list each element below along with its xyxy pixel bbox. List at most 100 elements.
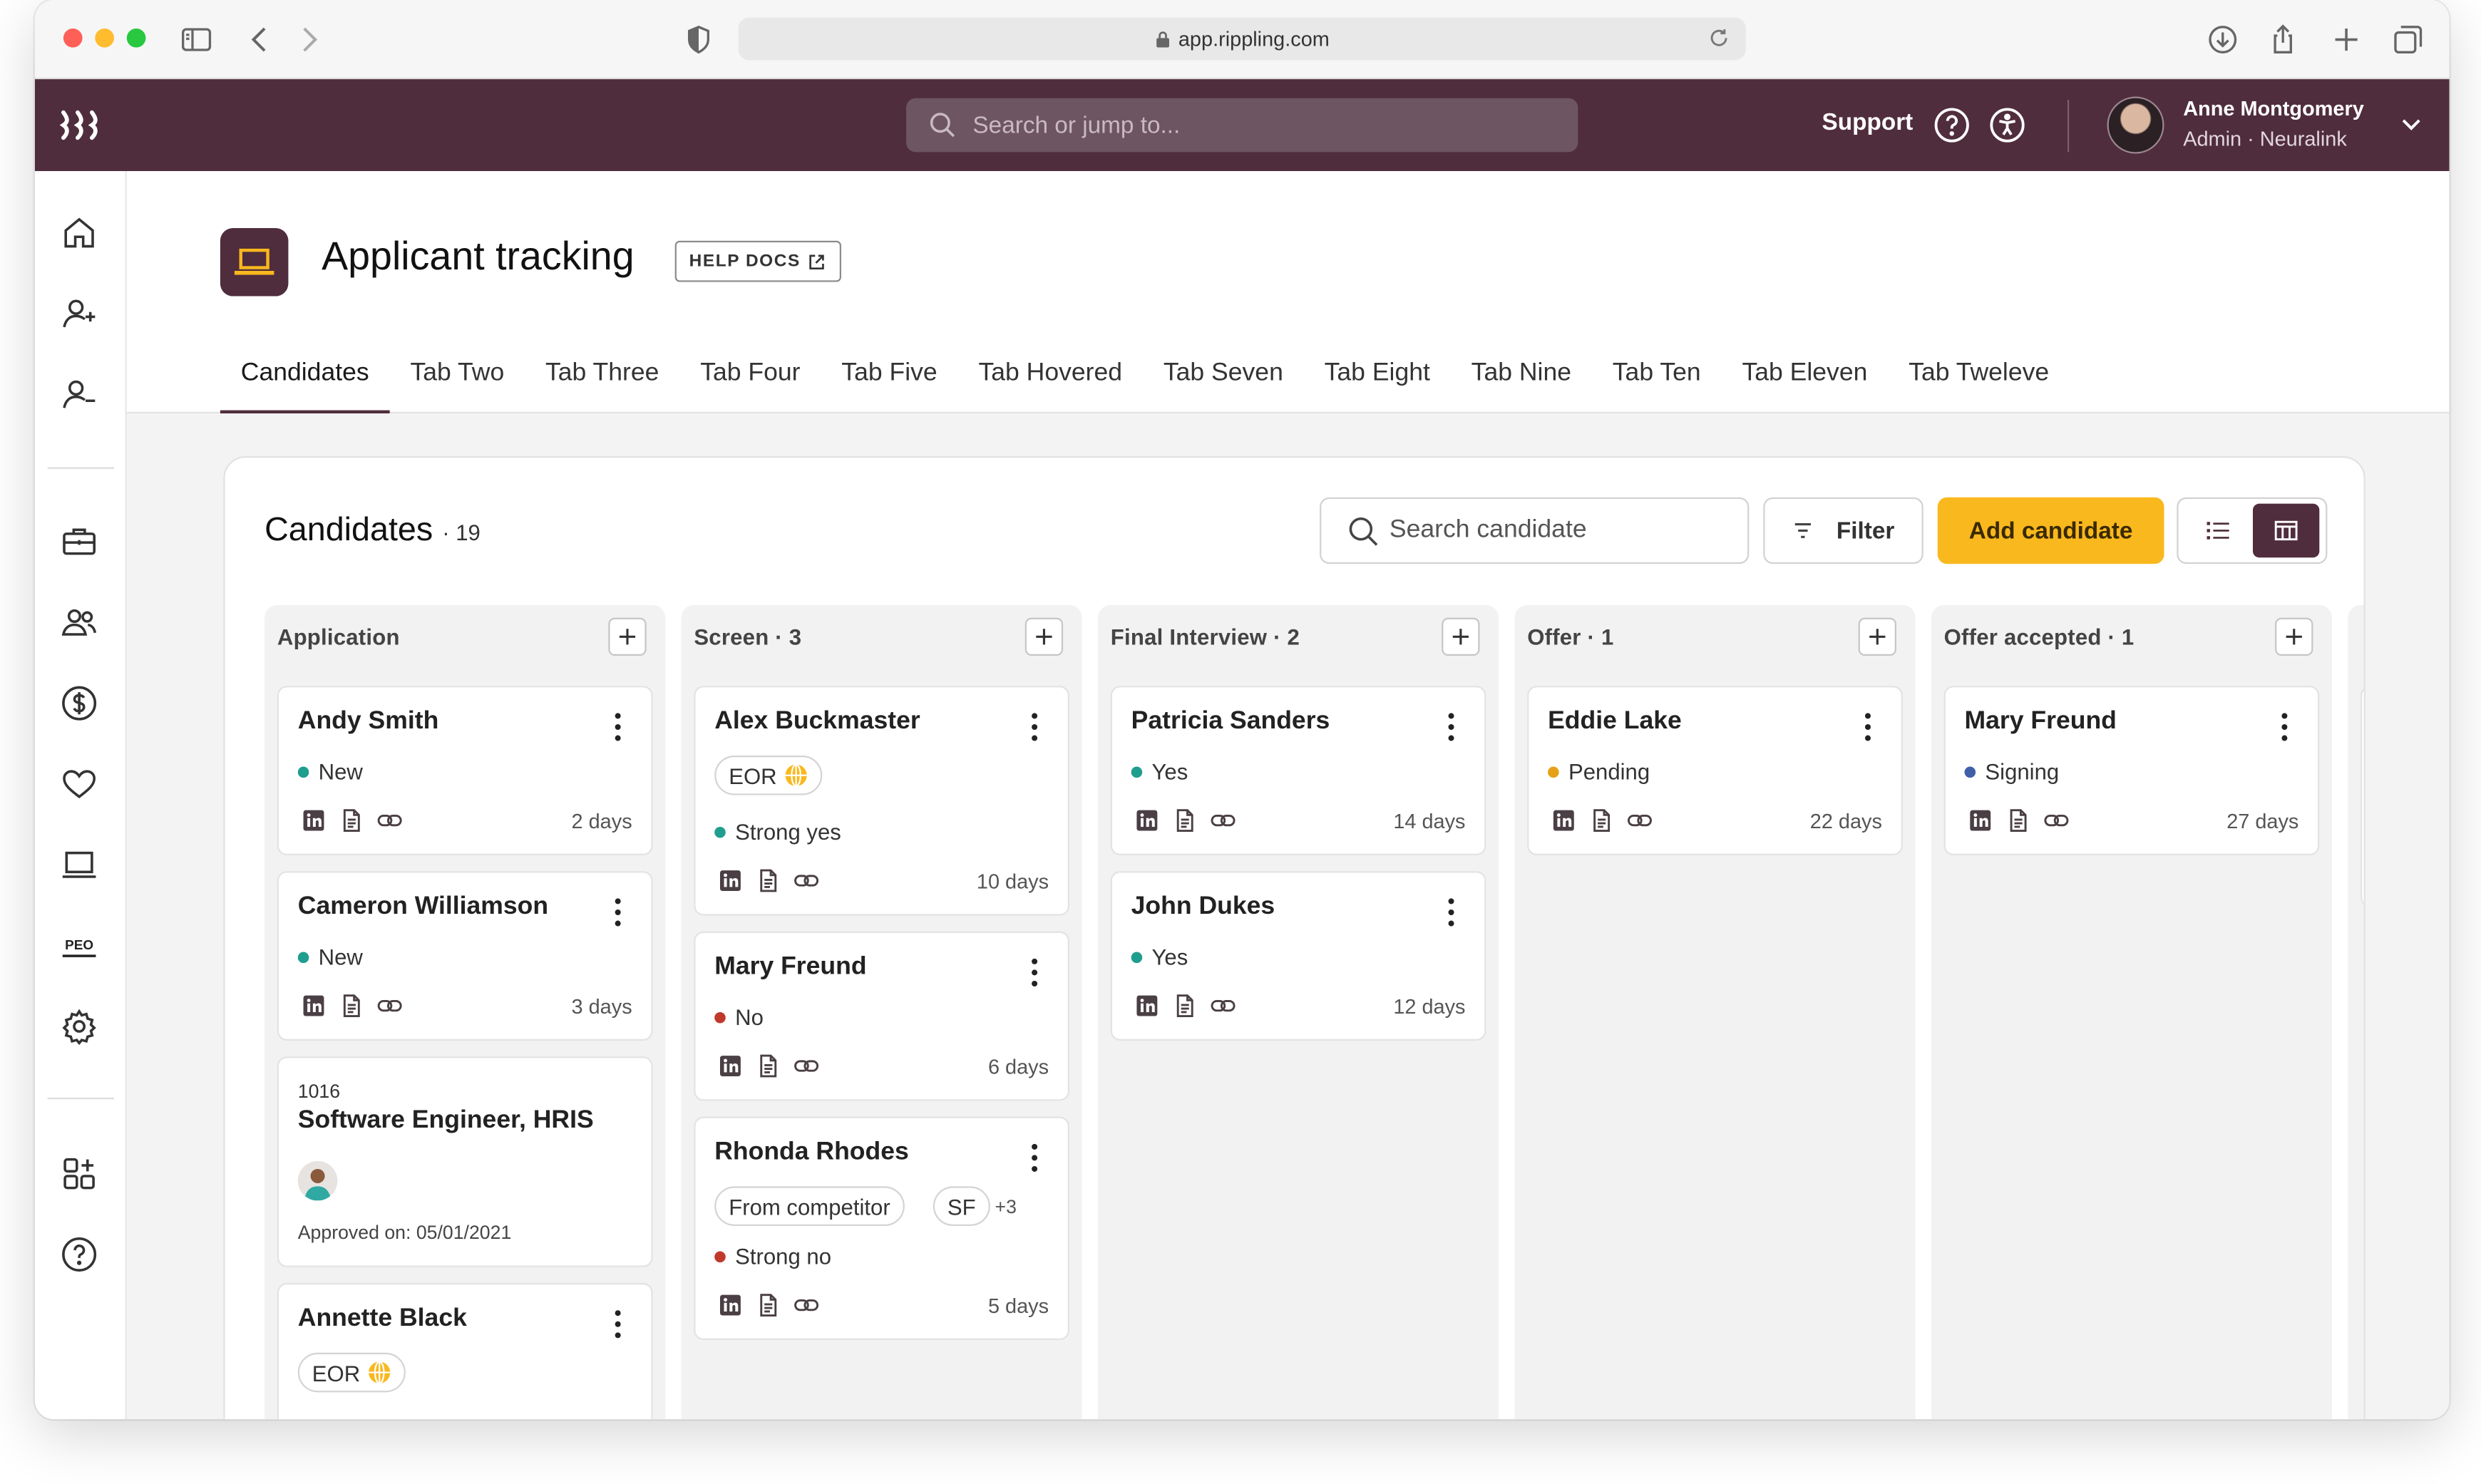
linkedin-icon[interactable] xyxy=(1134,808,1160,833)
candidate-card[interactable]: Eddie Lake Pending 22 days xyxy=(1527,686,1903,855)
home-icon[interactable] xyxy=(60,214,98,252)
resume-document-icon[interactable] xyxy=(1172,993,1198,1019)
people-icon[interactable] xyxy=(60,604,98,641)
tab-tab-seven[interactable]: Tab Seven xyxy=(1143,355,1304,413)
tabs-overview-icon[interactable] xyxy=(2390,22,2425,57)
reload-icon[interactable] xyxy=(1708,27,1730,49)
linkedin-icon[interactable] xyxy=(1551,808,1577,833)
search-candidate-input[interactable]: Search candidate xyxy=(1320,497,1750,565)
candidate-card[interactable]: Mary Freund Signing 27 days xyxy=(1943,686,2320,855)
filter-button[interactable]: Filter xyxy=(1763,497,1923,565)
tab-tab-four[interactable]: Tab Four xyxy=(679,355,821,413)
candidate-card[interactable]: John Dukes Yes 12 days xyxy=(1110,871,1486,1041)
candidate-card[interactable]: Alex Buckmaster EOR Strong yes 10 days xyxy=(694,686,1069,916)
resume-document-icon[interactable] xyxy=(2005,808,2031,833)
requisition-card[interactable]: 1016 Software Engineer, HRIS Approved on: … xyxy=(277,1056,653,1267)
link-icon[interactable] xyxy=(377,993,403,1019)
link-icon[interactable] xyxy=(2044,808,2070,833)
gear-icon[interactable] xyxy=(60,1007,98,1046)
user-name[interactable]: Anne Montgomery xyxy=(2183,97,2364,120)
linkedin-icon[interactable] xyxy=(1134,993,1160,1019)
add-to-stage-button[interactable] xyxy=(1442,617,1480,656)
help-circle-icon[interactable] xyxy=(1933,106,1971,144)
laptop-icon[interactable] xyxy=(60,846,98,884)
candidate-card[interactable]: Annette Black EOR xyxy=(277,1282,653,1420)
more-options-icon[interactable] xyxy=(1448,713,1454,741)
tab-tab-tweleve[interactable]: Tab Tweleve xyxy=(1888,355,2070,413)
more-options-icon[interactable] xyxy=(1032,713,1038,741)
more-options-icon[interactable] xyxy=(615,713,621,741)
add-candidate-button[interactable]: Add candidate xyxy=(1937,497,2164,565)
candidate-card[interactable]: Patricia Sanders Yes 14 days xyxy=(1110,686,1486,855)
link-icon[interactable] xyxy=(793,1292,819,1318)
link-icon[interactable] xyxy=(377,808,403,833)
list-view-button[interactable] xyxy=(2184,504,2251,558)
dollar-icon[interactable] xyxy=(60,684,98,722)
candidate-card[interactable]: Mary Freund No 6 days xyxy=(694,931,1069,1101)
candidate-name[interactable]: Patricia Sanders xyxy=(1131,708,1330,736)
forward-icon[interactable] xyxy=(292,22,327,57)
share-icon[interactable] xyxy=(2266,22,2301,57)
more-options-icon[interactable] xyxy=(1448,898,1454,927)
linkedin-icon[interactable] xyxy=(301,993,327,1019)
maximize-window-button[interactable] xyxy=(126,28,146,48)
close-window-button[interactable] xyxy=(63,28,83,48)
linkedin-icon[interactable] xyxy=(718,868,744,894)
candidate-card[interactable]: Rhonda Rhodes From competitor SF +3 Strong n… xyxy=(694,1116,1069,1340)
help-docs-button[interactable]: HELP DOCS xyxy=(674,240,842,282)
board-view-button[interactable] xyxy=(2252,503,2320,558)
tab-tab-ten[interactable]: Tab Ten xyxy=(1592,355,1722,413)
resume-document-icon[interactable] xyxy=(756,868,781,894)
candidate-name[interactable]: Eddie Lake xyxy=(1548,708,1682,736)
link-icon[interactable] xyxy=(1627,808,1653,833)
candidate-name[interactable]: Mary Freund xyxy=(1965,708,2117,736)
resume-document-icon[interactable] xyxy=(756,1053,781,1079)
tab-tab-nine[interactable]: Tab Nine xyxy=(1451,355,1592,413)
more-options-icon[interactable] xyxy=(615,1310,621,1339)
resume-document-icon[interactable] xyxy=(339,993,365,1019)
add-person-icon[interactable] xyxy=(60,294,98,332)
user-avatar[interactable] xyxy=(2107,96,2164,154)
tab-tab-five[interactable]: Tab Five xyxy=(821,355,957,413)
tab-tab-three[interactable]: Tab Three xyxy=(525,355,679,413)
back-icon[interactable] xyxy=(242,22,277,57)
candidate-name[interactable]: John Dukes xyxy=(1131,893,1275,922)
more-options-icon[interactable] xyxy=(1032,958,1038,986)
more-options-icon[interactable] xyxy=(615,898,621,927)
add-to-stage-button[interactable] xyxy=(1024,617,1064,656)
minimize-window-button[interactable] xyxy=(95,28,114,48)
resume-document-icon[interactable] xyxy=(1172,808,1198,833)
tab-candidates[interactable]: Candidates xyxy=(220,355,390,413)
new-tab-icon[interactable] xyxy=(2329,22,2364,57)
hiring-manager-avatar[interactable] xyxy=(297,1160,338,1201)
support-link[interactable]: Support xyxy=(1822,109,1914,136)
candidate-name[interactable]: Andy Smith xyxy=(298,708,439,736)
linkedin-icon[interactable] xyxy=(718,1292,744,1318)
candidate-name[interactable]: Alex Buckmaster xyxy=(714,708,920,736)
more-options-icon[interactable] xyxy=(1864,713,1871,741)
candidate-name[interactable]: Mary Freund xyxy=(714,954,866,982)
more-options-icon[interactable] xyxy=(2281,713,2288,741)
more-tags-count[interactable]: +3 xyxy=(995,1196,1017,1218)
remove-person-icon[interactable] xyxy=(60,376,98,413)
candidate-card[interactable]: Andy Smith New 2 days xyxy=(277,686,653,855)
chevron-down-icon[interactable] xyxy=(2398,111,2424,137)
link-icon[interactable] xyxy=(793,1053,819,1079)
resume-document-icon[interactable] xyxy=(339,808,365,833)
help-icon[interactable] xyxy=(60,1235,98,1273)
candidate-name[interactable]: Cameron Williamson xyxy=(298,893,548,922)
peo-icon[interactable]: PEO xyxy=(60,927,98,964)
candidate-card-partial[interactable] xyxy=(2361,686,2364,908)
link-icon[interactable] xyxy=(793,868,819,894)
sidebar-toggle-icon[interactable] xyxy=(179,22,214,57)
add-to-stage-button[interactable] xyxy=(1858,617,1896,656)
linkedin-icon[interactable] xyxy=(718,1053,744,1079)
tab-tab-eleven[interactable]: Tab Eleven xyxy=(1722,355,1889,413)
shield-icon[interactable] xyxy=(682,22,716,57)
apps-add-icon[interactable] xyxy=(60,1155,98,1192)
resume-document-icon[interactable] xyxy=(756,1292,781,1318)
briefcase-icon[interactable] xyxy=(60,522,98,560)
add-to-stage-button[interactable] xyxy=(2275,617,2313,656)
address-bar[interactable]: app.rippling.com xyxy=(738,17,1746,61)
linkedin-icon[interactable] xyxy=(301,808,327,833)
